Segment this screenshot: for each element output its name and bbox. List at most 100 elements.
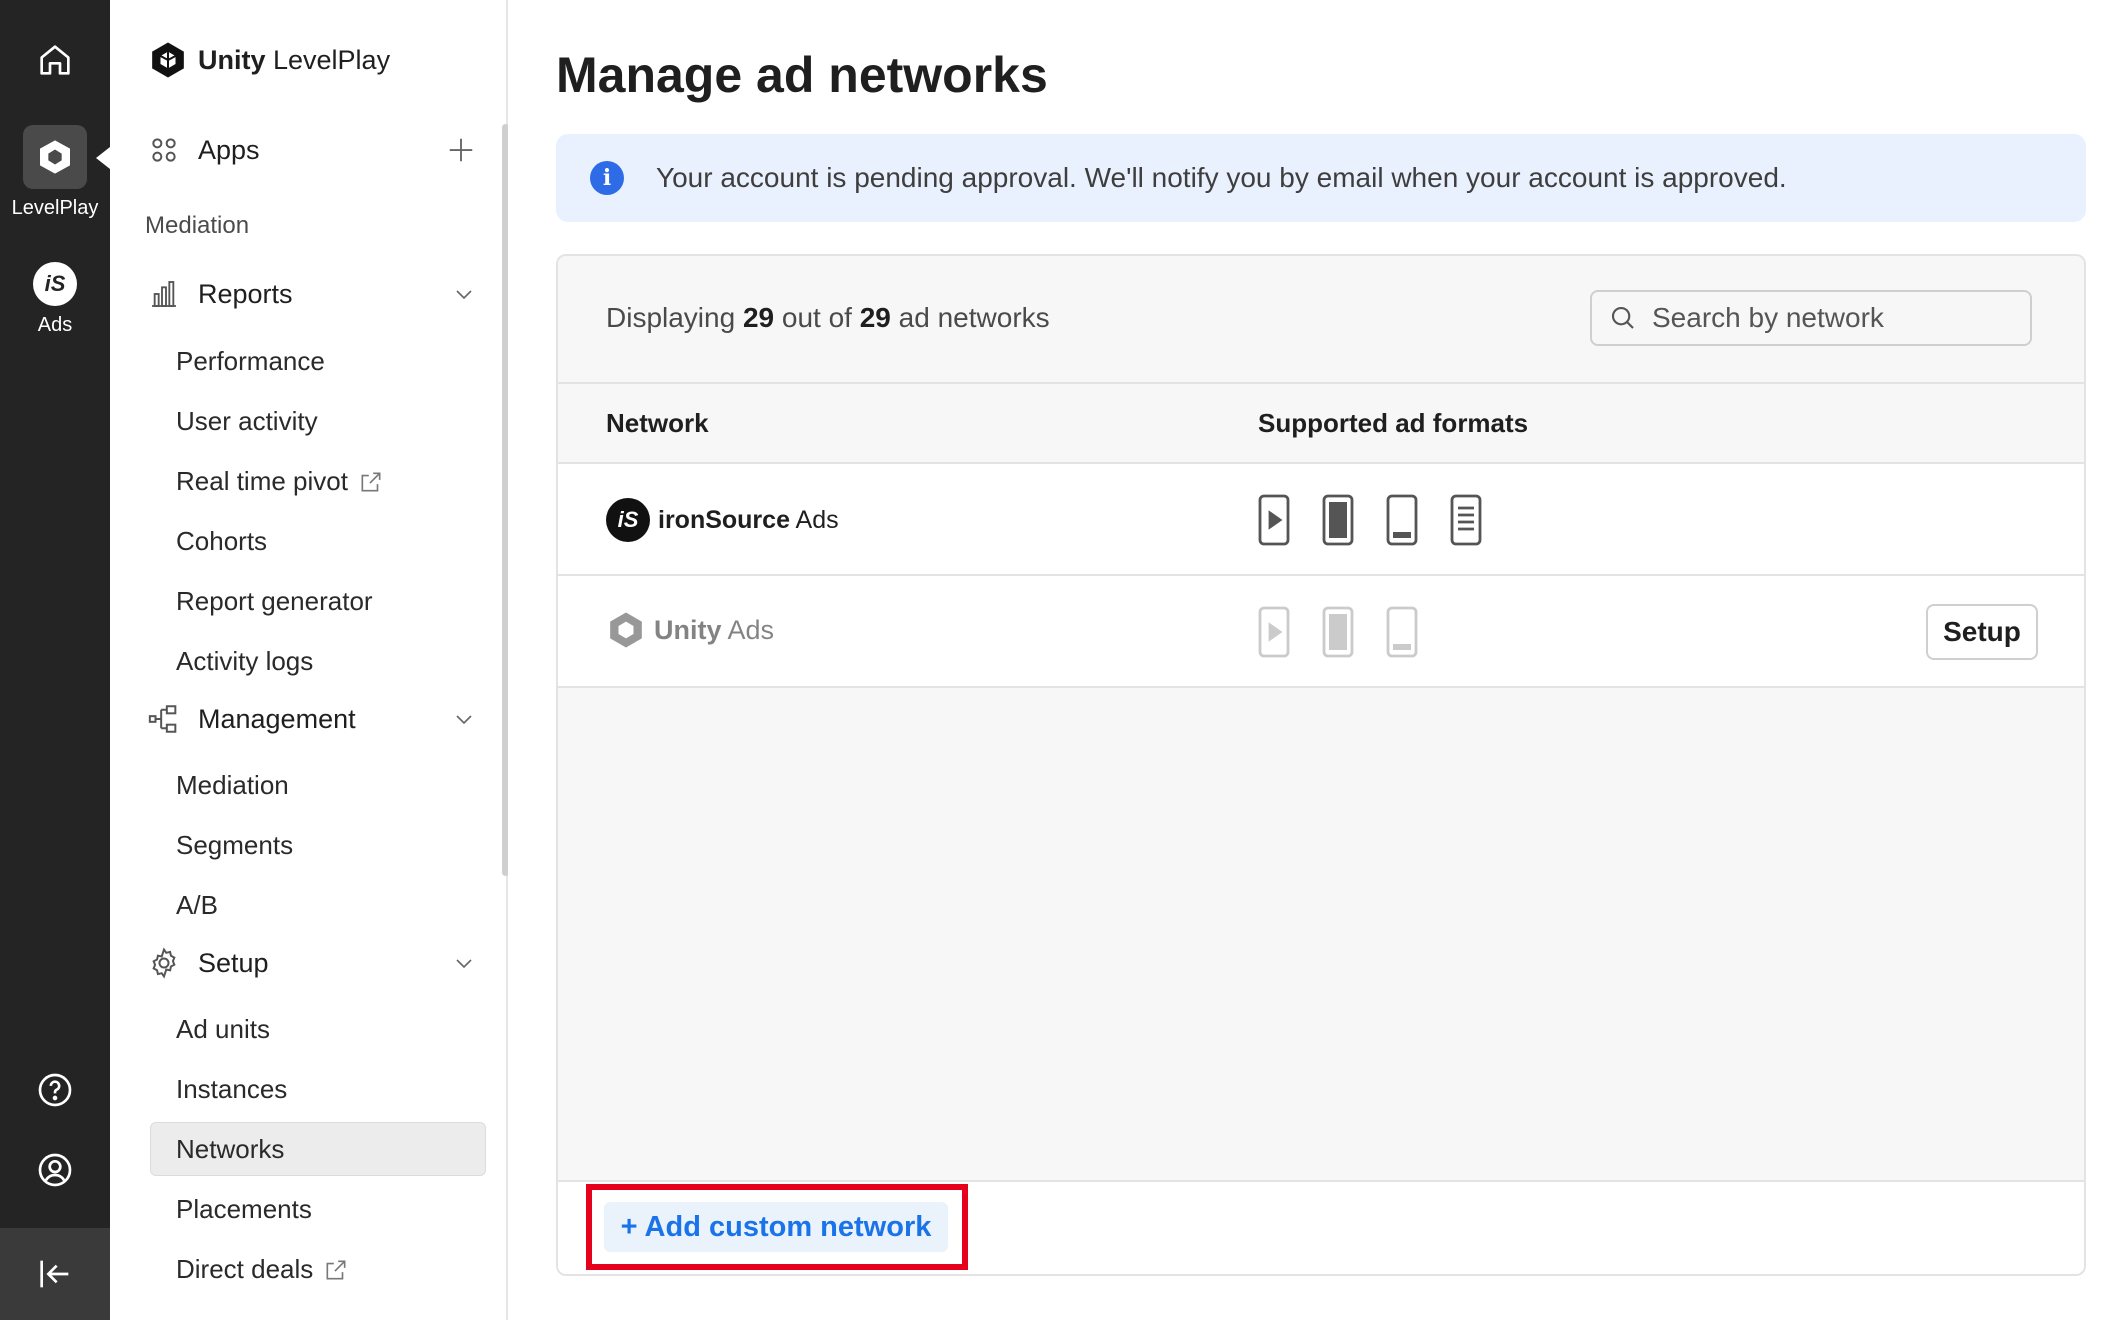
count-total: 29 bbox=[859, 302, 891, 333]
placements-label: Placements bbox=[176, 1194, 312, 1224]
user-activity-label: User activity bbox=[176, 406, 318, 436]
add-custom-network-button[interactable]: + Add custom network bbox=[604, 1202, 948, 1252]
sidebar-item-direct-deals[interactable]: Direct deals bbox=[176, 1254, 349, 1285]
sidebar-item-segments[interactable]: Segments bbox=[176, 830, 293, 861]
sidebar-item-placements[interactable]: Placements bbox=[176, 1194, 312, 1225]
banner-icon bbox=[1386, 606, 1418, 658]
home-icon bbox=[40, 45, 70, 75]
external-link-icon bbox=[326, 1260, 346, 1279]
table-header: Network Supported ad formats bbox=[558, 384, 2084, 464]
alert-message: Your account is pending approval. We'll … bbox=[656, 162, 1787, 193]
home-button[interactable] bbox=[0, 40, 110, 80]
reports-label: Reports bbox=[198, 278, 293, 309]
banner-icon bbox=[1386, 494, 1418, 546]
sidebar-item-activity-logs[interactable]: Activity logs bbox=[176, 646, 313, 677]
search-box[interactable] bbox=[1590, 290, 2032, 346]
sidebar-item-user-activity[interactable]: User activity bbox=[176, 406, 318, 437]
sidebar-item-ad-units[interactable]: Ad units bbox=[176, 1014, 270, 1045]
network-name-bold: Unity bbox=[654, 614, 722, 645]
info-icon: i bbox=[590, 161, 624, 195]
ad-units-label: Ad units bbox=[176, 1014, 270, 1044]
unity-logo-icon bbox=[610, 612, 642, 648]
sidebar-item-ab[interactable]: A/B bbox=[176, 890, 218, 921]
direct-deals-label: Direct deals bbox=[176, 1254, 314, 1284]
search-input[interactable] bbox=[1652, 302, 2012, 334]
sidebar-item-cohorts[interactable]: Cohorts bbox=[176, 526, 267, 557]
chevron-down-icon bbox=[452, 707, 476, 731]
plus-icon bbox=[449, 138, 473, 162]
sidebar-item-networks[interactable]: Networks bbox=[176, 1134, 284, 1165]
network-cell: Unity Ads bbox=[606, 610, 774, 650]
setup-label: Setup bbox=[198, 947, 269, 978]
network-name-rest: Ads bbox=[789, 505, 839, 534]
interstitial-icon bbox=[1322, 606, 1354, 658]
help-button[interactable] bbox=[0, 1070, 110, 1110]
network-cell: iS ironSource Ads bbox=[606, 498, 839, 542]
networks-card: Displaying 29 out of 29 ad networks Netw… bbox=[556, 254, 2086, 1276]
sidebar-item-real-time-pivot[interactable]: Real time pivot bbox=[176, 466, 384, 497]
sidebar-item-report-generator[interactable]: Report generator bbox=[176, 586, 373, 617]
active-caret bbox=[96, 147, 110, 169]
network-name-rest: Ads bbox=[721, 614, 775, 645]
ab-label: A/B bbox=[176, 890, 218, 920]
rewarded-video-icon bbox=[1258, 494, 1290, 546]
brand-bold: Unity bbox=[198, 44, 266, 75]
hierarchy-icon bbox=[146, 702, 182, 736]
count-suffix: ad networks bbox=[898, 302, 1050, 333]
native-icon bbox=[1450, 494, 1482, 546]
rewarded-video-icon bbox=[1258, 606, 1290, 658]
unity-logo-icon bbox=[152, 42, 184, 78]
col-formats-header: Supported ad formats bbox=[1258, 408, 1529, 438]
gear-icon bbox=[146, 946, 182, 980]
ads-label: Ads bbox=[37, 314, 73, 336]
sidebar-item-reports[interactable]: Reports bbox=[146, 278, 476, 310]
sidebar: Unity LevelPlay Apps Mediation Reports P… bbox=[110, 0, 509, 1320]
search-icon bbox=[1611, 306, 1634, 329]
ads-button[interactable]: iS Ads bbox=[0, 262, 110, 337]
table-row-ironsource[interactable]: iS ironSource Ads bbox=[558, 464, 2084, 576]
add-app-button[interactable] bbox=[446, 135, 476, 165]
count-prefix: Displaying bbox=[606, 302, 736, 333]
activity-logs-label: Activity logs bbox=[176, 646, 314, 676]
ad-formats bbox=[1258, 494, 1482, 546]
card-footer: + Add custom network bbox=[558, 1180, 2084, 1274]
levelplay-button[interactable]: LevelPlay bbox=[0, 125, 110, 220]
profile-button[interactable] bbox=[0, 1150, 110, 1190]
brand-logo[interactable]: Unity LevelPlay bbox=[148, 40, 390, 80]
network-name-bold: ironSource bbox=[658, 505, 790, 534]
real-time-pivot-label: Real time pivot bbox=[176, 466, 348, 496]
collapse-icon bbox=[40, 1260, 69, 1288]
levelplay-label: LevelPlay bbox=[11, 197, 99, 219]
sidebar-item-performance[interactable]: Performance bbox=[176, 346, 325, 377]
apps-label: Apps bbox=[198, 134, 260, 165]
management-label: Management bbox=[198, 703, 356, 734]
report-generator-label: Report generator bbox=[176, 586, 373, 616]
performance-label: Performance bbox=[176, 346, 325, 376]
cohorts-label: Cohorts bbox=[176, 526, 268, 556]
col-network-header: Network bbox=[606, 408, 709, 438]
sidebar-item-instances[interactable]: Instances bbox=[176, 1074, 287, 1105]
highlight-box: + Add custom network bbox=[586, 1184, 968, 1270]
external-link-icon bbox=[361, 472, 381, 491]
ironsource-logo-icon: iS bbox=[606, 498, 650, 542]
sidebar-item-mediation[interactable]: Mediation bbox=[176, 770, 289, 801]
mediation-label: Mediation bbox=[176, 770, 289, 800]
app-rail: LevelPlay iS Ads bbox=[0, 0, 110, 1320]
collapse-button[interactable] bbox=[0, 1228, 110, 1320]
count-shown: 29 bbox=[742, 302, 775, 333]
segments-label: Segments bbox=[176, 830, 294, 860]
table-row-unity-ads[interactable]: Unity Ads Setup bbox=[558, 576, 2084, 688]
sidebar-item-setup[interactable]: Setup bbox=[146, 946, 476, 980]
main-content: Manage ad networks i Your account is pen… bbox=[508, 0, 2120, 1320]
user-icon bbox=[38, 1153, 72, 1187]
network-count: Displaying 29 out of 29 ad networks bbox=[606, 302, 1050, 334]
sidebar-item-apps[interactable]: Apps bbox=[146, 134, 476, 166]
ironsource-icon: iS bbox=[33, 262, 77, 306]
chevron-down-icon bbox=[452, 282, 476, 306]
apps-icon bbox=[146, 134, 182, 166]
setup-button[interactable]: Setup bbox=[1926, 604, 2038, 660]
count-mid: out of bbox=[781, 302, 852, 333]
pending-approval-alert: i Your account is pending approval. We'l… bbox=[556, 134, 2086, 222]
chevron-down-icon bbox=[452, 951, 476, 975]
sidebar-item-management[interactable]: Management bbox=[146, 702, 476, 736]
